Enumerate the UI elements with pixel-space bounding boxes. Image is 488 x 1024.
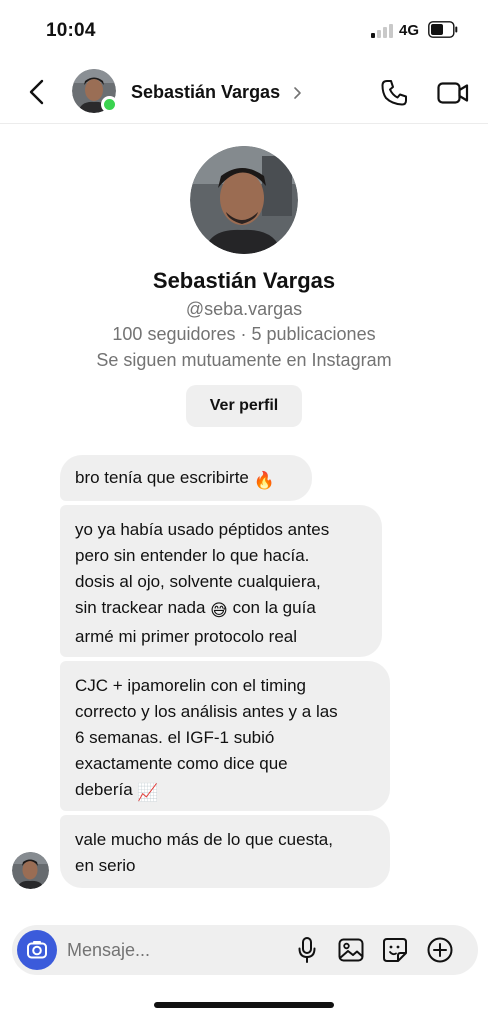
message-bubble[interactable]: yo ya había usado péptidos antes pero si…: [60, 505, 382, 657]
profile-handle: @seba.vargas: [185, 299, 303, 319]
view-profile-button[interactable]: Ver perfil: [186, 385, 302, 427]
status-time: 10:04: [46, 20, 96, 41]
contact-name[interactable]: Sebastián Vargas: [131, 82, 280, 103]
sender-avatar[interactable]: [12, 852, 49, 889]
home-indicator[interactable]: [154, 1002, 334, 1008]
message-bubble[interactable]: CJC + ipamorelin con el timing correcto …: [60, 661, 390, 811]
fire-emoji: 🔥: [253, 471, 275, 490]
gallery-icon[interactable]: [337, 936, 365, 964]
battery-icon: [428, 21, 458, 38]
profile-stats: 100 seguidores · 5 publicaciones: [112, 324, 376, 344]
sticker-icon[interactable]: [381, 936, 409, 964]
message-text: vale mucho más de lo que cuesta, en seri…: [75, 830, 333, 875]
message-input[interactable]: [67, 937, 287, 963]
network-type: 4G: [399, 22, 420, 39]
plus-circle-icon[interactable]: [426, 936, 454, 964]
profile-avatar[interactable]: [190, 146, 298, 254]
message-bubble[interactable]: vale mucho más de lo que cuesta, en seri…: [60, 815, 390, 888]
message-bubble[interactable]: bro tenía que escribirte 🔥: [60, 455, 312, 501]
message-text: CJC + ipamorelin con el timing correcto …: [75, 676, 338, 799]
back-arrow-icon[interactable]: [26, 78, 48, 106]
online-status-dot: [101, 96, 118, 113]
profile-name: Sebastián Vargas: [152, 268, 336, 293]
camera-button[interactable]: [17, 930, 57, 970]
chat-header: Sebastián Vargas: [0, 60, 488, 124]
camera-icon: [27, 941, 47, 959]
message-composer: [12, 925, 478, 975]
status-bar: 10:04 4G: [0, 0, 488, 60]
mutual-follow-note: Se siguen mutuamente en Instagram: [96, 350, 392, 370]
video-camera-icon[interactable]: [436, 77, 470, 109]
phone-icon[interactable]: [378, 77, 410, 109]
grinning-sweat-emoji: 😅: [210, 601, 228, 620]
signal-bars-icon: [371, 24, 393, 38]
chevron-right-icon[interactable]: [292, 84, 304, 102]
message-text: bro tenía que escribirte: [75, 468, 249, 487]
microphone-icon[interactable]: [296, 936, 318, 964]
chart-increasing-emoji: 📈: [137, 783, 159, 802]
